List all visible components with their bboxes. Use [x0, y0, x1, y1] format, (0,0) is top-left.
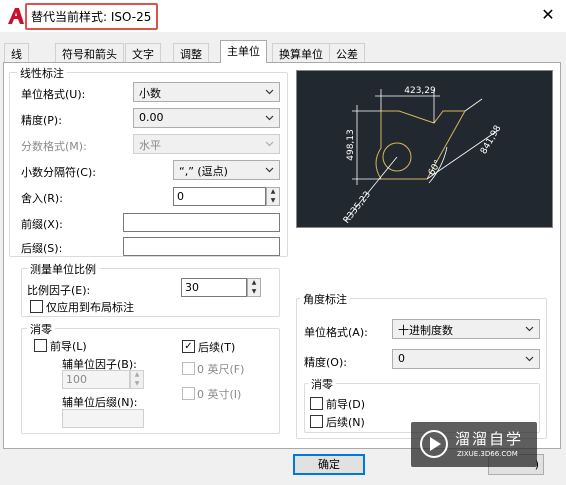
- tab-primary-units[interactable]: 主单位: [220, 40, 267, 63]
- chevron-down-icon: [265, 89, 274, 95]
- tab-lines[interactable]: 线: [4, 43, 29, 62]
- unit-format-label: 单位格式(U):: [21, 88, 86, 101]
- scale-factor-spinner[interactable]: ▲ ▼: [247, 278, 261, 297]
- zero-feet-checkbox[interactable]: [182, 362, 195, 375]
- chevron-down-icon: [525, 356, 534, 362]
- spin-up-icon[interactable]: ▲: [267, 188, 279, 196]
- prefix-label: 前缀(X):: [21, 218, 63, 231]
- chevron-down-icon: [265, 115, 274, 121]
- spin-down-icon[interactable]: ▼: [248, 288, 260, 296]
- chevron-down-icon: [265, 167, 274, 173]
- dim-top-text: 423,29: [404, 86, 436, 96]
- round-off-spinner[interactable]: ▲ ▼: [266, 187, 280, 206]
- decimal-separator-select[interactable]: “,” (逗点): [173, 160, 280, 180]
- tab-tolerances[interactable]: 公差: [329, 43, 365, 62]
- angular-group-label: 角度标注: [300, 291, 350, 307]
- angular-unit-format-value: 十进制度数: [398, 324, 453, 337]
- chevron-down-icon: [265, 141, 274, 147]
- angular-leading-label: 前导(D): [326, 398, 366, 411]
- angular-leading-checkbox[interactable]: [310, 397, 323, 410]
- tab-fit[interactable]: 调整: [173, 43, 209, 62]
- fraction-format-value: 水平: [139, 139, 161, 152]
- angular-zero-label: 消零: [308, 376, 336, 392]
- angular-trailing-label: 后续(N): [326, 416, 365, 429]
- unit-format-select[interactable]: 小数: [133, 82, 280, 102]
- autocad-logo-icon: [8, 8, 24, 24]
- trailing-label: 后续(T): [198, 341, 236, 354]
- play-logo-icon: [420, 430, 448, 458]
- sub-unit-factor-spinner[interactable]: ▲ ▼: [130, 370, 144, 389]
- spin-up-icon[interactable]: ▲: [248, 279, 260, 287]
- dim-right-text: 841,98: [479, 124, 504, 157]
- fraction-format-select[interactable]: 水平: [133, 134, 280, 154]
- tab-symbols-arrows[interactable]: 符号和箭头: [55, 43, 124, 62]
- dim-left-text: 498,13: [346, 129, 356, 161]
- tab-alternate-units[interactable]: 换算单位: [272, 43, 330, 62]
- dim-radius-text: R335,23: [342, 190, 373, 226]
- chevron-down-icon: [525, 326, 534, 332]
- angular-precision-label: 精度(O):: [304, 356, 347, 369]
- round-off-input[interactable]: 0: [173, 187, 266, 206]
- ok-button[interactable]: 确定: [293, 454, 365, 475]
- scale-factor-input[interactable]: 30: [181, 278, 247, 297]
- dimension-preview: 423,29 498,13 841,98 60° R335,23: [296, 70, 553, 228]
- zero-inches-label: 0 英寸(I): [197, 388, 242, 401]
- leading-checkbox[interactable]: [34, 339, 47, 352]
- prefix-input[interactable]: [123, 213, 280, 232]
- tab-text[interactable]: 文字: [125, 43, 161, 62]
- linear-group-label: 线性标注: [17, 65, 67, 81]
- spin-down-icon[interactable]: ▼: [267, 197, 279, 205]
- angular-unit-format-select[interactable]: 十进制度数: [392, 319, 540, 339]
- precision-select[interactable]: 0.00: [133, 108, 280, 128]
- watermark-url: ZIXUE.3D66.COM: [457, 450, 518, 458]
- sub-unit-factor-input[interactable]: 100: [62, 370, 130, 389]
- watermark-title: 溜溜自学: [455, 430, 524, 448]
- suffix-input[interactable]: [123, 237, 280, 256]
- close-button[interactable]: ✕: [536, 4, 560, 26]
- angular-trailing-checkbox[interactable]: [310, 415, 323, 428]
- layout-only-checkbox[interactable]: [30, 300, 43, 313]
- angular-unit-format-label: 单位格式(A):: [304, 326, 368, 339]
- unit-format-value: 小数: [139, 87, 161, 100]
- zero-suppression-label: 消零: [27, 321, 55, 337]
- decimal-separator-label: 小数分隔符(C):: [21, 166, 96, 179]
- preview-drawing: 423,29 498,13 841,98 60° R335,23: [342, 86, 504, 226]
- trailing-checkbox[interactable]: ✓: [182, 340, 195, 353]
- window-title: 替代当前样式: ISO-25: [31, 10, 152, 24]
- angular-precision-value: 0: [398, 352, 405, 365]
- layout-only-label: 仅应用到布局标注: [46, 301, 134, 314]
- dim-angle-text: 60°: [427, 159, 444, 178]
- fraction-format-label: 分数格式(M):: [21, 140, 87, 153]
- precision-label: 精度(P):: [21, 114, 62, 127]
- decimal-separator-value: “,” (逗点): [179, 165, 228, 178]
- angular-precision-select[interactable]: 0: [392, 349, 540, 369]
- round-off-label: 舍入(R):: [21, 192, 63, 205]
- spin-down-icon[interactable]: ▼: [131, 380, 143, 388]
- sub-unit-suffix-input[interactable]: [62, 409, 144, 428]
- suffix-label: 后缀(S):: [21, 242, 63, 255]
- scale-factor-label: 比例因子(E):: [27, 284, 91, 297]
- watermark: 溜溜自学 ZIXUE.3D66.COM: [411, 422, 537, 467]
- precision-value: 0.00: [139, 111, 164, 124]
- zero-feet-label: 0 英尺(F): [197, 363, 245, 376]
- sub-unit-suffix-label: 辅单位后缀(N):: [62, 396, 138, 409]
- spin-up-icon[interactable]: ▲: [131, 371, 143, 379]
- zero-inches-checkbox[interactable]: [182, 387, 195, 400]
- leading-label: 前导(L): [50, 340, 87, 353]
- measurement-scale-label: 测量单位比例: [27, 261, 99, 277]
